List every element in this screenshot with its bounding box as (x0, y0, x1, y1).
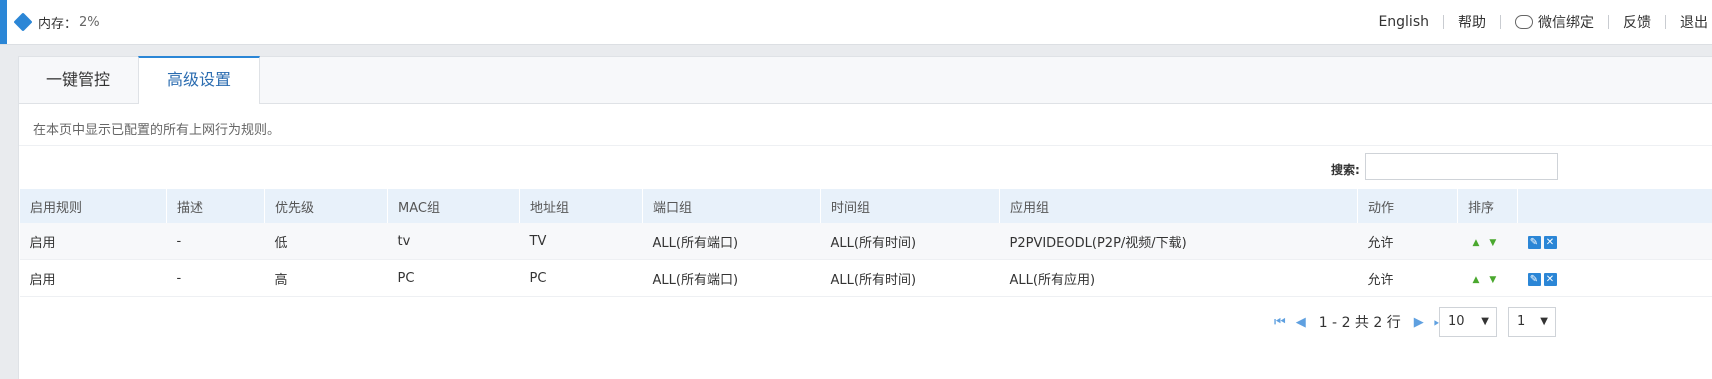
cell-operations: ✎✕ (1518, 223, 1712, 260)
col-action: 动作 (1358, 189, 1458, 223)
col-enable: 启用规则 (20, 189, 167, 223)
divider (19, 145, 1712, 146)
memory-value: 2% (79, 15, 100, 30)
pagination-info: 1 - 2 共 2 行 (1319, 312, 1401, 332)
memory-label: 内存： (38, 13, 77, 32)
nav-help[interactable]: 帮助 (1444, 12, 1500, 32)
col-order: 排序 (1458, 189, 1518, 223)
move-down-icon[interactable]: ▼ (1489, 275, 1496, 285)
cell-app-group: ALL(所有应用) (1000, 260, 1358, 297)
move-up-icon[interactable]: ▲ (1473, 238, 1480, 248)
col-operations (1518, 189, 1712, 223)
cell-address-group: TV (520, 223, 643, 260)
cell-priority: 高 (265, 260, 388, 297)
col-description: 描述 (167, 189, 265, 223)
search-label: 搜索: (1331, 161, 1360, 178)
cell-enable: 启用 (20, 223, 167, 260)
cell-mac-group: PC (388, 260, 520, 297)
page-description: 在本页中显示已配置的所有上网行为规则。 (33, 119, 280, 138)
memory-icon (13, 12, 32, 31)
search-input[interactable] (1365, 153, 1558, 180)
move-up-icon[interactable]: ▲ (1473, 275, 1480, 285)
delete-icon[interactable]: ✕ (1544, 273, 1557, 286)
nav-feedback[interactable]: 反馈 (1609, 12, 1665, 32)
page-select[interactable]: 1 ▼ (1508, 307, 1556, 337)
tab-advanced-settings[interactable]: 高级设置 (138, 56, 260, 104)
edit-icon[interactable]: ✎ (1528, 236, 1541, 249)
accent-strip (0, 0, 7, 44)
wechat-icon (1515, 15, 1533, 29)
col-port-group: 端口组 (643, 189, 821, 223)
cell-time-group: ALL(所有时间) (821, 260, 1000, 297)
rules-table: 启用规则 描述 优先级 MAC组 地址组 端口组 时间组 应用组 动作 排序 启… (19, 189, 1712, 297)
move-down-icon[interactable]: ▼ (1489, 238, 1496, 248)
table-row: 启用 - 低 tv TV ALL(所有端口) ALL(所有时间) P2PVIDE… (20, 223, 1712, 260)
cell-description: - (167, 223, 265, 260)
col-address-group: 地址组 (520, 189, 643, 223)
top-bar: 内存： 2% English 帮助 微信绑定 反馈 退出 (0, 0, 1712, 45)
cell-enable: 启用 (20, 260, 167, 297)
pagination: ⏮ ◀ 1 - 2 共 2 行 ▶ ⏭ (1269, 307, 1450, 337)
prev-page-icon[interactable]: ◀ (1296, 315, 1306, 330)
chevron-down-icon: ▼ (1481, 308, 1489, 336)
cell-address-group: PC (520, 260, 643, 297)
nav-wechat[interactable]: 微信绑定 (1501, 12, 1608, 32)
cell-operations: ✎✕ (1518, 260, 1712, 297)
tab-quick-control[interactable]: 一键管控 (19, 57, 137, 103)
col-time-group: 时间组 (821, 189, 1000, 223)
cell-action: 允许 (1358, 260, 1458, 297)
cell-order: ▲▼ (1458, 223, 1518, 260)
cell-priority: 低 (265, 223, 388, 260)
nav-english[interactable]: English (1364, 14, 1443, 30)
cell-order: ▲▼ (1458, 260, 1518, 297)
table-row: 启用 - 高 PC PC ALL(所有端口) ALL(所有时间) ALL(所有应… (20, 260, 1712, 297)
col-mac-group: MAC组 (388, 189, 520, 223)
tab-bar: 一键管控 高级设置 (19, 57, 1712, 104)
cell-action: 允许 (1358, 223, 1458, 260)
cell-port-group: ALL(所有端口) (643, 260, 821, 297)
chevron-down-icon: ▼ (1540, 308, 1548, 336)
cell-mac-group: tv (388, 223, 520, 260)
nav-wechat-label: 微信绑定 (1538, 15, 1594, 31)
cell-time-group: ALL(所有时间) (821, 223, 1000, 260)
page-size-select[interactable]: 10 ▼ (1439, 307, 1497, 337)
edit-icon[interactable]: ✎ (1528, 273, 1541, 286)
cell-description: - (167, 260, 265, 297)
next-page-icon[interactable]: ▶ (1414, 315, 1424, 330)
col-app-group: 应用组 (1000, 189, 1358, 223)
main-panel: 一键管控 高级设置 在本页中显示已配置的所有上网行为规则。 搜索: 启用规则 描… (18, 56, 1712, 379)
page-size-value: 10 (1448, 314, 1465, 329)
table-header-row: 启用规则 描述 优先级 MAC组 地址组 端口组 时间组 应用组 动作 排序 (20, 189, 1712, 223)
delete-icon[interactable]: ✕ (1544, 236, 1557, 249)
col-priority: 优先级 (265, 189, 388, 223)
nav-logout[interactable]: 退出 (1666, 12, 1712, 32)
top-nav: English 帮助 微信绑定 反馈 退出 (1364, 10, 1712, 34)
cell-app-group: P2PVIDEODL(P2P/视频/下载) (1000, 223, 1358, 260)
memory-status: 内存： 2% (14, 11, 100, 33)
page-value: 1 (1517, 314, 1525, 329)
first-page-icon[interactable]: ⏮ (1274, 315, 1286, 330)
cell-port-group: ALL(所有端口) (643, 223, 821, 260)
